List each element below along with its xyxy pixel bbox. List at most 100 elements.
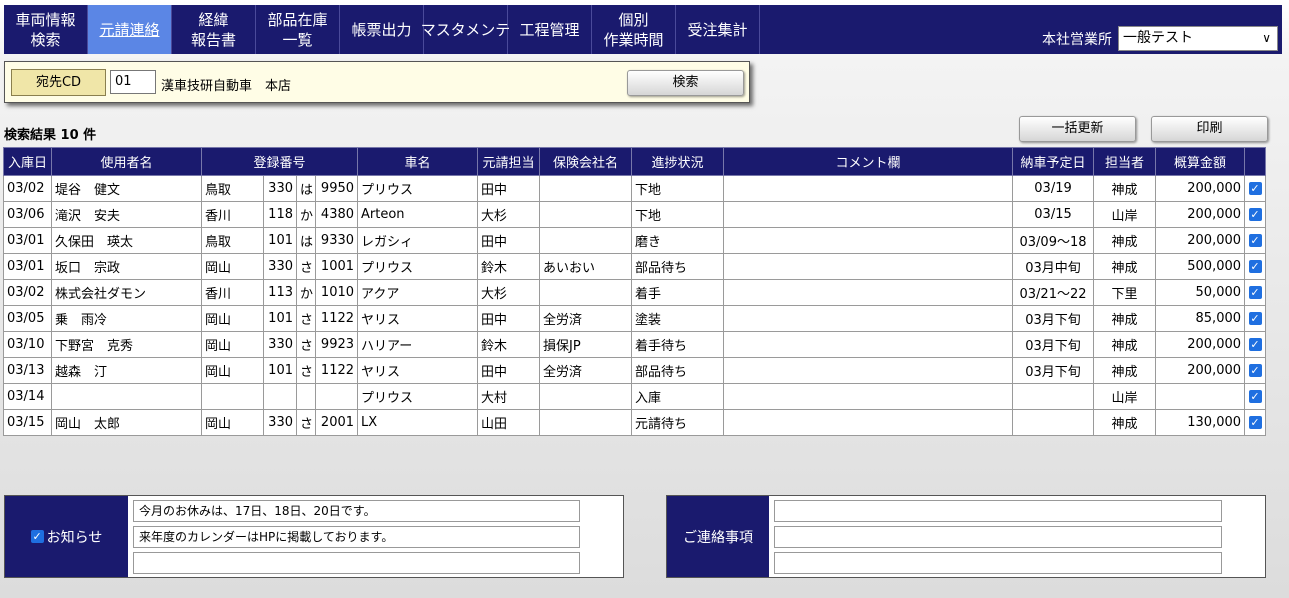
cell-comment[interactable] (723, 227, 1014, 254)
cell-entry-date: 03/14 (3, 383, 52, 410)
cell-amount: 200,000 (1155, 201, 1246, 228)
tab-progress-report[interactable]: 経緯 報告書 (172, 5, 256, 54)
cell-reg-number: 1001 (314, 253, 359, 280)
cell-comment[interactable] (723, 175, 1014, 202)
cell-contractor-contact: 田中 (477, 175, 541, 202)
tab-parts-inventory[interactable]: 部品在庫 一覧 (256, 5, 340, 54)
table-row[interactable]: 03/02 堤谷 健文 鳥取 330 は 9950 プリウス 田中 下地 03/19 神成 200,0… (3, 175, 1267, 202)
cell-reg-class (263, 383, 297, 410)
col-header-check (1244, 147, 1267, 176)
cell-entry-date: 03/01 (3, 227, 52, 254)
col-header-amount: 概算金額 (1155, 147, 1246, 176)
row-checkbox[interactable]: ✓ (1248, 364, 1262, 377)
office-select[interactable]: 一般テスト ∨ (1118, 26, 1278, 51)
contact-notes-line-3[interactable] (774, 552, 1222, 574)
row-checkbox[interactable]: ✓ (1248, 260, 1262, 273)
row-checkbox[interactable]: ✓ (1248, 286, 1262, 299)
cell-progress: 下地 (631, 175, 725, 202)
cell-car-name: ハリアー (357, 331, 479, 358)
cell-reg-class: 101 (263, 357, 297, 384)
cell-amount: 200,000 (1155, 331, 1246, 358)
table-row[interactable]: 03/15 岡山 太郎 岡山 330 さ 2001 LX 山田 元請待ち 神成 130,000 ✓ (3, 409, 1267, 436)
cell-comment[interactable] (723, 331, 1014, 358)
notice-checkbox[interactable]: ✓ (30, 530, 44, 543)
row-checkbox[interactable]: ✓ (1248, 338, 1262, 351)
notice-line-2[interactable]: 来年度のカレンダーはHPに掲載しております。 (133, 526, 580, 548)
cell-reg-number: 9950 (314, 175, 359, 202)
tab-master-maintenance[interactable]: マスタメンテ (421, 5, 510, 54)
cell-staff: 神成 (1093, 253, 1157, 280)
tab-form-output[interactable]: 帳票出力 (340, 5, 424, 54)
cell-reg-kana: は (296, 227, 316, 254)
cell-comment[interactable] (723, 279, 1014, 306)
tab-label-line1: 帳票出力 (351, 20, 412, 39)
cell-contractor-contact: 大村 (477, 383, 541, 410)
dest-code-input[interactable]: 01 (110, 70, 156, 94)
cell-reg-number: 1122 (314, 357, 359, 384)
cell-comment[interactable] (723, 253, 1014, 280)
table-row[interactable]: 03/10 下野宮 克秀 岡山 330 さ 9923 ハリアー 鈴木 損保JP 着手待ち 03月下旬… (3, 331, 1267, 358)
contact-notes-line-1[interactable] (774, 500, 1222, 522)
cell-entry-date: 03/05 (3, 305, 52, 332)
table-row[interactable]: 03/01 久保田 瑛太 鳥取 101 は 9330 レガシィ 田中 磨き 03/09～18 神成 2… (3, 227, 1267, 254)
cell-user-name: 滝沢 安夫 (51, 201, 202, 228)
row-checkbox[interactable]: ✓ (1248, 312, 1262, 325)
cell-contractor-contact: 田中 (477, 227, 541, 254)
table-row[interactable]: 03/05 乗 雨冷 岡山 101 さ 1122 ヤリス 田中 全労済 塗装 03月下旬 神成 85,0… (3, 305, 1267, 332)
notice-line-3[interactable] (133, 552, 580, 574)
col-header-car-name: 車名 (357, 147, 479, 176)
tab-vehicle-search[interactable]: 車両情報 検索 (4, 5, 88, 54)
cell-check: ✓ (1244, 357, 1267, 384)
table-row[interactable]: 03/02 株式会社ダモン 香川 113 か 1010 アクア 大杉 着手 03/21～22 下里 5… (3, 279, 1267, 306)
tab-individual-work-time[interactable]: 個別 作業時間 (592, 5, 676, 54)
table-row[interactable]: 03/06 滝沢 安夫 香川 118 か 4380 Arteon 大杉 下地 03/15 山岸 200… (3, 201, 1267, 228)
table-row[interactable]: 03/01 坂口 宗政 岡山 330 さ 1001 プリウス 鈴木 あいおい 部品待ち 03月中旬神… (3, 253, 1267, 280)
cell-staff: 神成 (1093, 227, 1157, 254)
cell-user-name: 越森 汀 (51, 357, 202, 384)
row-checkbox[interactable]: ✓ (1248, 390, 1262, 403)
contact-notes-header: ご連絡事項 (667, 496, 769, 577)
tab-label-line2: 作業時間 (603, 30, 664, 49)
cell-comment[interactable] (723, 201, 1014, 228)
table-row[interactable]: 03/13 越森 汀岡山 101 さ 1122 ヤリス 田中 全労済 部品待ち 03月下旬 神成 20… (3, 357, 1267, 384)
tab-order-totals[interactable]: 受注集計 (676, 5, 760, 54)
cell-car-name: ヤリス (357, 357, 479, 384)
notice-line-1[interactable]: 今月のお休みは、17日、18日、20日です。 (133, 500, 580, 522)
cell-comment[interactable] (723, 383, 1014, 410)
cell-comment[interactable] (723, 305, 1014, 332)
cell-reg-number: 1010 (314, 279, 359, 306)
cell-entry-date: 03/10 (3, 331, 52, 358)
cell-delivery-date: 03/21～22 (1012, 279, 1095, 306)
cell-comment[interactable] (723, 357, 1014, 384)
notice-label: お知らせ (46, 529, 103, 546)
cell-reg-number: 1122 (314, 305, 359, 332)
cell-delivery-date (1012, 383, 1095, 410)
tab-label-line2: 報告書 (190, 30, 236, 49)
cell-staff: 神成 (1093, 175, 1157, 202)
cell-amount: 500,000 (1155, 253, 1246, 280)
row-checkbox[interactable]: ✓ (1248, 234, 1262, 247)
row-checkbox[interactable]: ✓ (1248, 208, 1262, 221)
table-row[interactable]: 03/14 プリウス 大村 入庫 山岸 ✓ (3, 383, 1267, 410)
cell-progress: 着手 (631, 279, 725, 306)
cell-delivery-date: 03月下旬 (1012, 331, 1095, 358)
contact-notes-line-2[interactable] (774, 526, 1222, 548)
row-checkbox[interactable]: ✓ (1248, 182, 1262, 195)
cell-check: ✓ (1244, 253, 1267, 280)
cell-check: ✓ (1244, 409, 1267, 436)
print-button[interactable]: 印刷 (1151, 116, 1268, 142)
row-checkbox[interactable]: ✓ (1248, 416, 1262, 429)
cell-staff: 山岸 (1093, 201, 1157, 228)
cell-car-name: アクア (357, 279, 479, 306)
tab-process-management[interactable]: 工程管理 (508, 5, 592, 54)
bulk-update-button[interactable]: 一括更新 (1019, 116, 1136, 142)
tab-contractor-contact[interactable]: 元請連絡 (88, 5, 172, 54)
cell-entry-date: 03/15 (3, 409, 52, 436)
cell-check: ✓ (1244, 175, 1267, 202)
notice-panel: ✓ お知らせ 今月のお休みは、17日、18日、20日です。 来年度のカレンダーは… (4, 495, 624, 578)
cell-entry-date: 03/02 (3, 175, 52, 202)
search-button[interactable]: 検索 (627, 70, 744, 96)
cell-comment[interactable] (723, 409, 1014, 436)
cell-contractor-contact: 鈴木 (477, 253, 541, 280)
cell-car-name: プリウス (357, 175, 479, 202)
